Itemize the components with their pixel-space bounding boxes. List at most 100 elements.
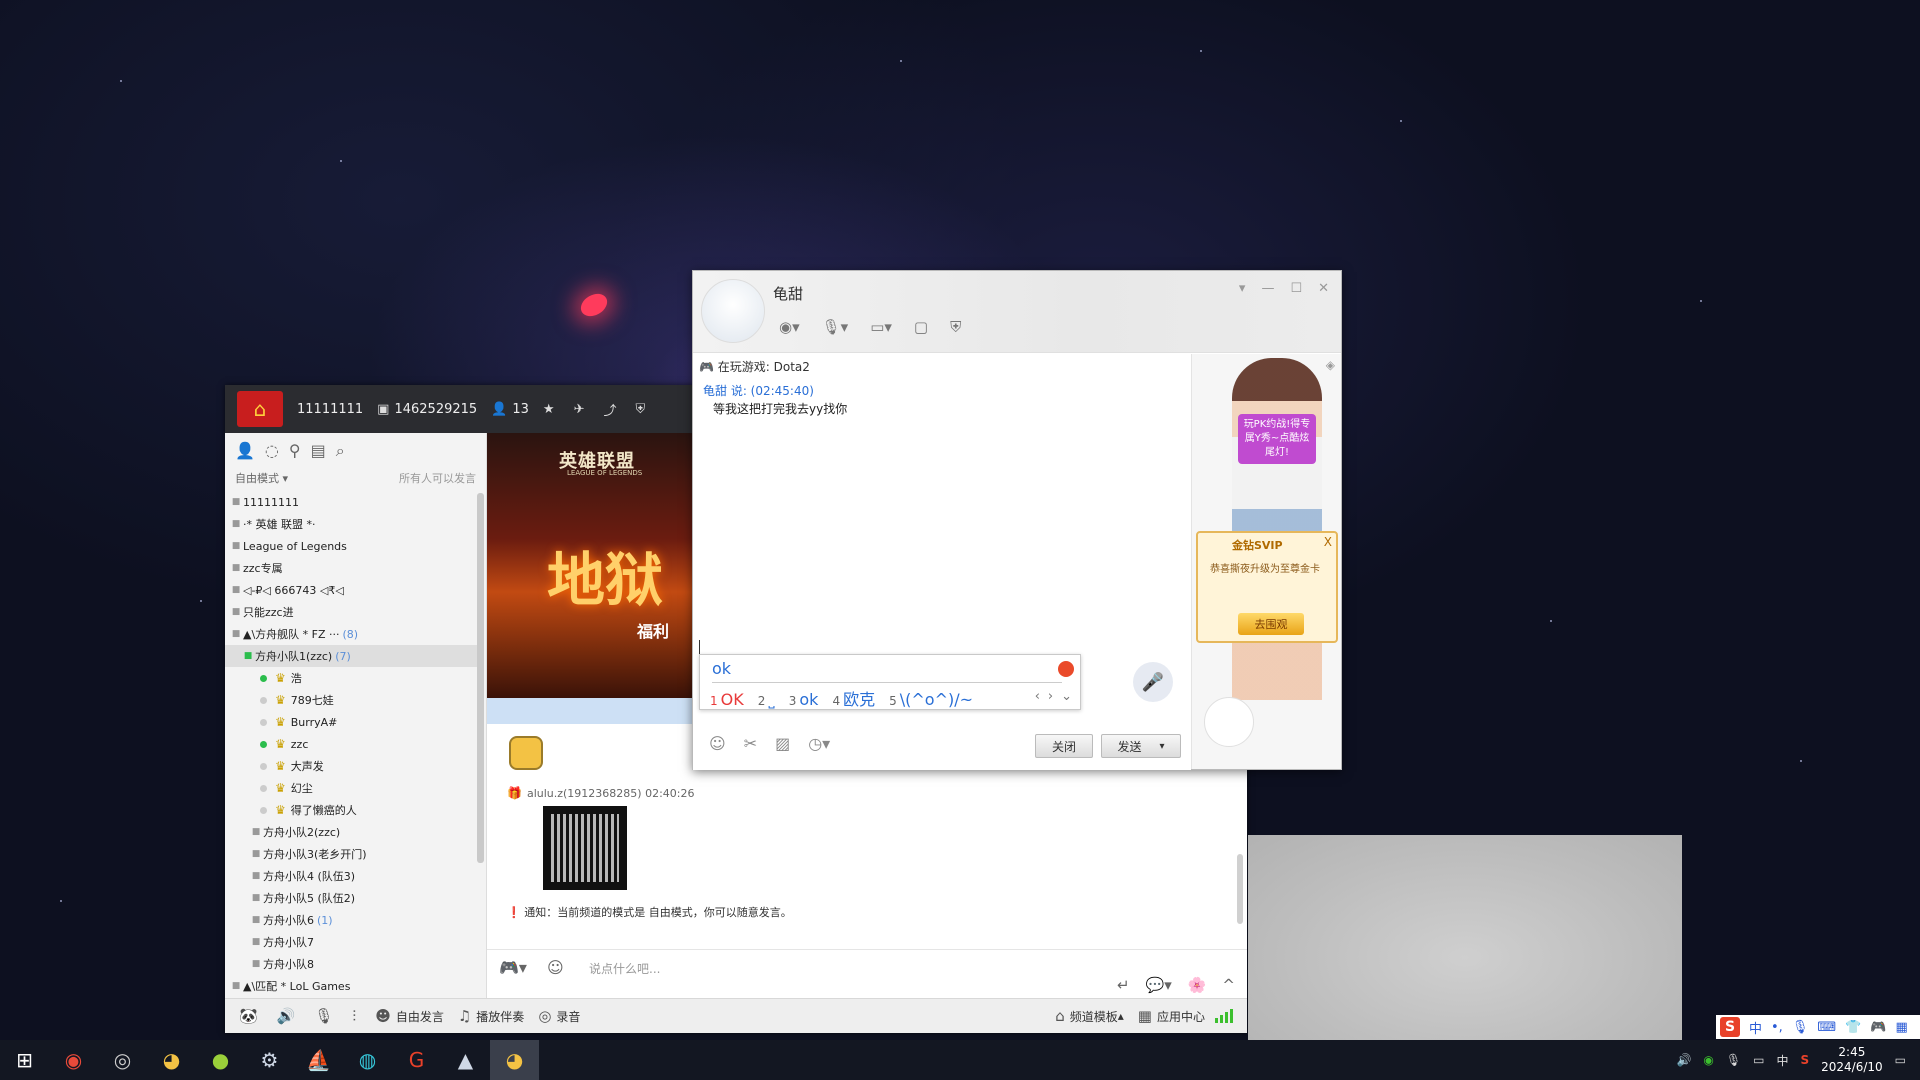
record-button[interactable]: ◎ 录音: [538, 1007, 580, 1025]
skin-icon[interactable]: 👕: [1845, 1020, 1861, 1035]
channel-item[interactable]: ■ ▲\方舟舰队 * FZ ··· (8): [225, 623, 477, 645]
home-icon[interactable]: ⌂: [237, 391, 283, 427]
video-icon[interactable]: ◉▾: [779, 318, 800, 336]
shield-icon[interactable]: ⛨: [636, 402, 646, 417]
folder-icon[interactable]: ▭▾: [870, 318, 892, 336]
expand-icon[interactable]: ⌄: [1061, 689, 1072, 704]
bubble-icon[interactable]: 💬▾: [1146, 976, 1172, 994]
battlenet-icon[interactable]: ◍: [343, 1040, 392, 1080]
steam-icon[interactable]: ⚙: [245, 1040, 294, 1080]
chat-scrollbar[interactable]: [1237, 854, 1243, 924]
ime-candidate[interactable]: 4 欧克: [832, 686, 875, 710]
search-icon[interactable]: ⌕: [336, 441, 345, 461]
grid-icon[interactable]: ▦: [1895, 1020, 1907, 1035]
flower-icon[interactable]: 🌸: [1188, 976, 1207, 994]
boat-icon[interactable]: ⛵: [294, 1040, 343, 1080]
channel-item[interactable]: ■ ◁-₽◁ 666743 ◁₹◁: [225, 579, 477, 601]
chat-icon[interactable]: ◌: [265, 441, 279, 461]
channel-item[interactable]: ■ ▲\匹配 * LoL Games: [225, 975, 477, 996]
user-item[interactable]: ♛ zzc: [225, 733, 477, 755]
board-icon[interactable]: ▤: [311, 441, 326, 461]
lol-banner[interactable]: 英雄联盟 LEAGUE OF LEGENDS 地狱 福利: [487, 433, 697, 698]
ime-candidate[interactable]: 2 ˽: [758, 690, 775, 710]
mode-select[interactable]: 自由模式 ▾: [235, 470, 288, 486]
user-item[interactable]: ♛ 大声发: [225, 755, 477, 777]
screen-icon[interactable]: ▢: [914, 318, 928, 336]
close-button[interactable]: 关闭: [1035, 734, 1093, 758]
image-icon[interactable]: ▨: [775, 734, 790, 753]
monitor-icon[interactable]: ▭: [1753, 1053, 1764, 1067]
promo-text[interactable]: 玩PK约战!得专属Y秀~点酷炫尾灯!: [1238, 414, 1316, 464]
ime-candidate[interactable]: 5 \(^o^)/~: [889, 690, 973, 709]
qr-code-image[interactable]: [543, 806, 627, 890]
app-icon[interactable]: ●: [196, 1040, 245, 1080]
notification-icon[interactable]: ▭: [1895, 1053, 1906, 1067]
free-speak-button[interactable]: ☻ 自由发言: [375, 1007, 444, 1025]
chrome-icon[interactable]: ◉: [49, 1040, 98, 1080]
equalizer-icon[interactable]: ⫶: [352, 1007, 356, 1025]
user-item[interactable]: ♛ 幻尘: [225, 777, 477, 799]
mic-tray-icon[interactable]: 🎙: [1726, 1053, 1741, 1067]
game-icon[interactable]: 🎮: [1870, 1020, 1886, 1035]
prev-icon[interactable]: ‹: [1035, 689, 1040, 704]
ime-lang[interactable]: 中: [1749, 1018, 1762, 1037]
tray-lang[interactable]: 中: [1776, 1052, 1788, 1069]
svip-close-icon[interactable]: X: [1324, 535, 1332, 549]
contact-avatar[interactable]: [701, 279, 765, 343]
send-button[interactable]: 发送 ▾: [1101, 734, 1181, 758]
maximize-icon[interactable]: ☐: [1290, 281, 1302, 296]
emoji-icon[interactable]: ☺: [709, 734, 726, 753]
enter-icon[interactable]: ↵: [1117, 976, 1130, 994]
channel-item[interactable]: ■ 只能zzc进: [225, 601, 477, 623]
my-avatar[interactable]: [1204, 697, 1254, 747]
user-list-icon[interactable]: 👤: [235, 441, 255, 461]
speaker-icon[interactable]: 🔊: [277, 1007, 296, 1025]
voice-icon[interactable]: 🎙▾: [822, 318, 849, 336]
gem-icon[interactable]: ◈: [1326, 358, 1335, 372]
volume-icon[interactable]: 🔊: [1676, 1053, 1691, 1067]
channel-item[interactable]: ■ 方舟小队7: [225, 931, 477, 953]
clock-icon[interactable]: ◷▾: [808, 734, 830, 753]
game-icon[interactable]: 🎮▾: [499, 958, 527, 977]
channel-item[interactable]: ■ 方舟小队4 (队伍3): [225, 865, 477, 887]
scissors-icon[interactable]: ✂: [744, 734, 757, 753]
star-icon[interactable]: ★: [543, 402, 555, 417]
channel-item[interactable]: ■ zzc专属: [225, 557, 477, 579]
user-item[interactable]: ♛ 浩: [225, 667, 477, 689]
user-item[interactable]: ♛ 789七娃: [225, 689, 477, 711]
clock[interactable]: 2:45 2024/6/10: [1821, 1045, 1883, 1075]
chat-input[interactable]: 说点什么吧...: [589, 960, 660, 977]
channel-item[interactable]: ■ 方舟小队6 (1): [225, 909, 477, 931]
sogou-logo-icon[interactable]: S: [1720, 1017, 1740, 1037]
mic-icon[interactable]: 🎙: [1792, 1020, 1809, 1035]
popup-typing-area[interactable]: ok 1 OK 2 ˽ 3 ok 4 欧克 5 \(^o^)/~ ‹ › ⌄ 🎤: [693, 634, 1191, 724]
template-button[interactable]: ⌂ 频道模板 ▴: [1055, 1007, 1124, 1025]
channel-item[interactable]: ■ 方舟小队2(zzc): [225, 821, 477, 843]
user-item[interactable]: ♛ BurryA#: [225, 711, 477, 733]
svip-view-button[interactable]: 去围观: [1238, 613, 1304, 635]
user-item[interactable]: ♛ 得了懒癌的人: [225, 799, 477, 821]
yy-icon[interactable]: ◕: [147, 1040, 196, 1080]
keyboard-icon[interactable]: ⌨: [1817, 1020, 1836, 1035]
channel-scrollbar[interactable]: [477, 493, 484, 863]
dropdown-icon[interactable]: ▾: [1239, 281, 1246, 296]
ime-candidate[interactable]: 1 OK: [710, 690, 744, 709]
app-center-button[interactable]: ▦ 应用中心: [1138, 1007, 1205, 1025]
triangle-app-icon[interactable]: ▲: [441, 1040, 490, 1080]
security-icon[interactable]: ⛨: [950, 318, 961, 336]
share-icon[interactable]: ⤴: [603, 400, 616, 419]
channel-item[interactable]: ■ League of Legends: [225, 535, 477, 557]
play-music-button[interactable]: ♫ 播放伴奏: [458, 1007, 524, 1025]
channel-item[interactable]: ■ 方舟小队8: [225, 953, 477, 975]
plane-icon[interactable]: ✈: [574, 402, 585, 417]
ime-candidate[interactable]: 3 ok: [789, 690, 819, 709]
emoji-icon[interactable]: ☺: [547, 958, 564, 977]
avatar-icon[interactable]: 🐼: [239, 1007, 258, 1025]
location-icon[interactable]: ⚲: [289, 441, 301, 461]
g-app-icon[interactable]: G: [392, 1040, 441, 1080]
obs-icon[interactable]: ◎: [98, 1040, 147, 1080]
pet-icon[interactable]: [509, 736, 543, 770]
next-icon[interactable]: ›: [1048, 689, 1053, 704]
channel-item[interactable]: ■ 11111111: [225, 491, 477, 513]
channel-item[interactable]: ■ 方舟小队3(老乡开门): [225, 843, 477, 865]
